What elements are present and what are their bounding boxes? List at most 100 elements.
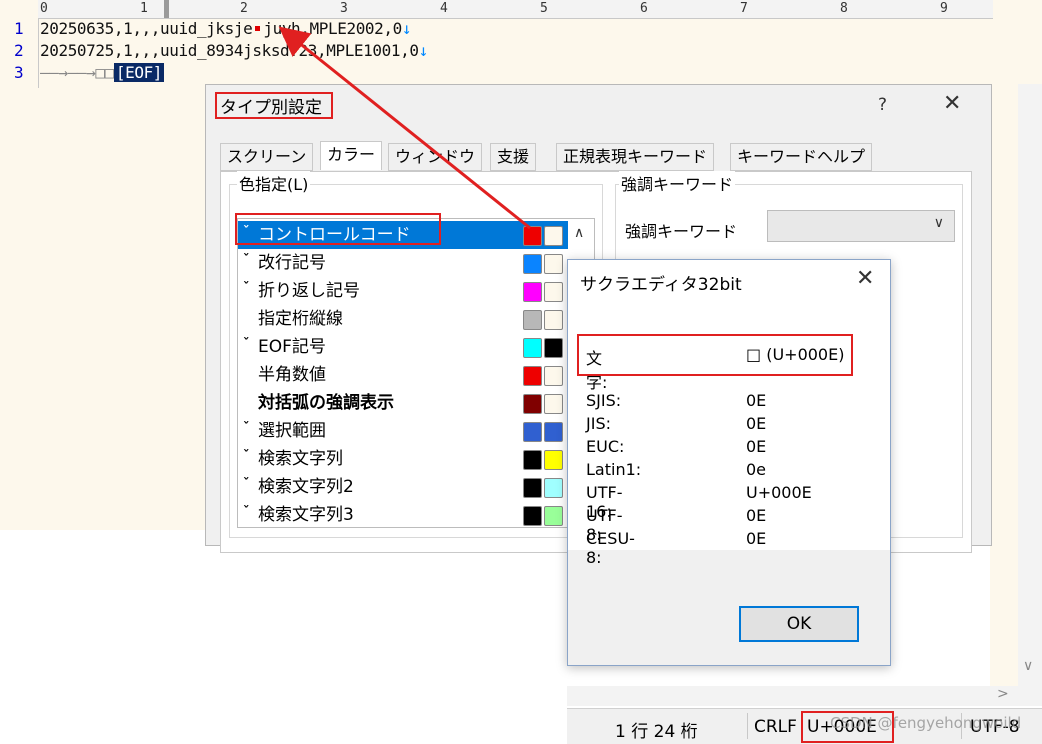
keyword-group-label: 強調キーワード [619,171,736,195]
tab-window[interactable]: ウィンドウ [388,143,483,171]
check-icon[interactable]: ˇ [243,499,250,527]
ruler-tick: 6 [640,1,648,16]
close-icon[interactable]: ✕ [943,91,961,116]
color-item-label: 検索文字列 [258,449,343,469]
color-item-label: 改行記号 [258,253,326,273]
color-group-label: 色指定(L) [237,171,311,195]
tab-support[interactable]: 支援 [490,143,537,171]
tab-color[interactable]: カラー [320,141,383,170]
color-item-label: 折り返し記号 [258,281,360,301]
chevron-down-icon[interactable]: ∨ [1023,658,1033,674]
highlight-box [215,92,333,119]
chevron-down-icon[interactable]: ∨ [934,215,944,231]
ok-button[interactable]: OK [739,606,859,642]
text-color-swatch[interactable] [523,366,542,386]
code-line-2[interactable]: 20250725,1,,,uuid_8934jsksdf23,MPLE1001,… [40,41,428,60]
text-color-swatch[interactable] [523,310,542,330]
background-color-swatch[interactable] [544,254,563,274]
line-ending[interactable]: CRLF [754,717,797,737]
color-item-label: 対括弧の強調表示 [258,393,394,413]
background-color-swatch[interactable] [544,394,563,414]
code-line-3[interactable]: ——→——→□□ [EOF] [40,63,165,82]
line-number: 1 [14,19,24,38]
code-value: 0E [746,529,767,548]
color-item-label: 検索文字列3 [258,505,354,525]
ruler-tick: 3 [340,1,348,16]
background-color-swatch[interactable] [544,422,563,442]
color-item-label: 半角数値 [258,365,326,385]
code-value: 0e [746,460,767,479]
ruler-tick: 1 [140,1,148,16]
code-label: EUC: [586,437,625,456]
code-text: juyh,MPLE2002,0 [263,19,402,38]
code-label: SJIS: [586,391,622,410]
color-list-item[interactable]: ˇ EOF記号 [238,333,568,361]
control-code-mark[interactable] [255,25,261,31]
color-list-item[interactable]: 指定桁縦線 [238,305,568,333]
highlight-box [801,711,894,743]
background-color-swatch[interactable] [544,478,563,498]
check-icon[interactable]: ˇ [243,415,250,443]
color-list-item[interactable]: ˇ 選択範囲 [238,417,568,445]
dialog-title: サクラエディタ32bit [580,275,742,295]
code-value: 0E [746,437,767,456]
line-number-gutter: 1 2 3 [0,18,39,88]
tab-regex-keyword[interactable]: 正規表現キーワード [556,143,715,171]
text-color-swatch[interactable] [523,506,542,526]
text-color-swatch[interactable] [523,282,542,302]
code-value: U+000E [746,483,812,502]
color-list-item[interactable]: ˇ 検索文字列2 [238,473,568,501]
eof-mark: [EOF] [113,63,165,82]
background-color-swatch[interactable] [544,450,563,470]
keyword-select[interactable]: ∨ [767,210,955,242]
tab-keyword-help[interactable]: キーワードヘルプ [730,143,873,171]
color-item-label: 検索文字列2 [258,477,354,497]
check-icon[interactable]: ˇ [243,247,250,275]
text-color-swatch[interactable] [523,394,542,414]
vertical-scrollbar[interactable]: ∨ [1018,84,1042,704]
code-label: Latin1: [586,460,642,479]
ruler-tick: 2 [240,1,248,16]
ruler-tick: 4 [440,1,448,16]
close-icon[interactable]: ✕ [856,266,874,291]
line-break-icon: ↓ [401,19,412,38]
chevron-up-icon[interactable]: ∧ [574,225,584,241]
cursor-position[interactable]: 1 行 24 桁 [615,717,698,742]
check-icon[interactable]: ˇ [243,443,250,471]
color-list-item[interactable]: ˇ 検索文字列3 [238,501,568,529]
horizontal-scrollbar[interactable]: > [567,686,1042,706]
background-color-swatch[interactable] [544,226,563,246]
color-list-item[interactable]: ˇ 検索文字列 [238,445,568,473]
text-color-swatch[interactable] [523,226,542,246]
background-color-swatch[interactable] [544,310,563,330]
color-item-label: EOF記号 [258,337,326,357]
background-color-swatch[interactable] [544,366,563,386]
text-color-swatch[interactable] [523,338,542,358]
check-icon[interactable]: ˇ [243,471,250,499]
code-line-1[interactable]: 20250635,1,,,uuid_jksje juyh,MPLE2002,0↓ [40,19,412,38]
code-value: 0E [746,506,767,525]
help-button[interactable]: ? [878,95,887,115]
chevron-right-icon[interactable]: > [997,686,1009,702]
text-color-swatch[interactable] [523,478,542,498]
background-color-swatch[interactable] [544,506,563,526]
background-color-swatch[interactable] [544,282,563,302]
color-list-item[interactable]: 半角数値 [238,361,568,389]
color-list[interactable]: ˇ コントロールコード ˇ 改行記号 ˇ 折り返し記号 指定桁縦線 ˇ EOF記号 半角数値 対括弧… [237,218,595,528]
code-label: JIS: [586,414,611,433]
tab-screen[interactable]: スクリーン [220,143,314,171]
color-list-item[interactable]: ˇ 改行記号 [238,249,568,277]
text-color-swatch[interactable] [523,450,542,470]
code-text: sdf23,MPLE1001,0 [270,41,419,60]
color-list-item[interactable]: ˇ 折り返し記号 [238,277,568,305]
char-info-body: サクラエディタ32bit ✕ 文字: □ (U+000E) SJIS: 0E JIS… [568,260,890,567]
text-color-swatch[interactable] [523,422,542,442]
highlight-box [577,334,853,376]
check-icon[interactable]: ˇ [243,331,250,359]
text-color-swatch[interactable] [523,254,542,274]
column-ruler: 0 1 2 3 4 5 6 7 8 9 [38,0,993,19]
check-icon[interactable]: ˇ [243,275,250,303]
color-list-item[interactable]: 対括弧の強調表示 [238,389,568,417]
background-color-swatch[interactable] [544,338,563,358]
code-label: CESU-8: [586,529,635,567]
